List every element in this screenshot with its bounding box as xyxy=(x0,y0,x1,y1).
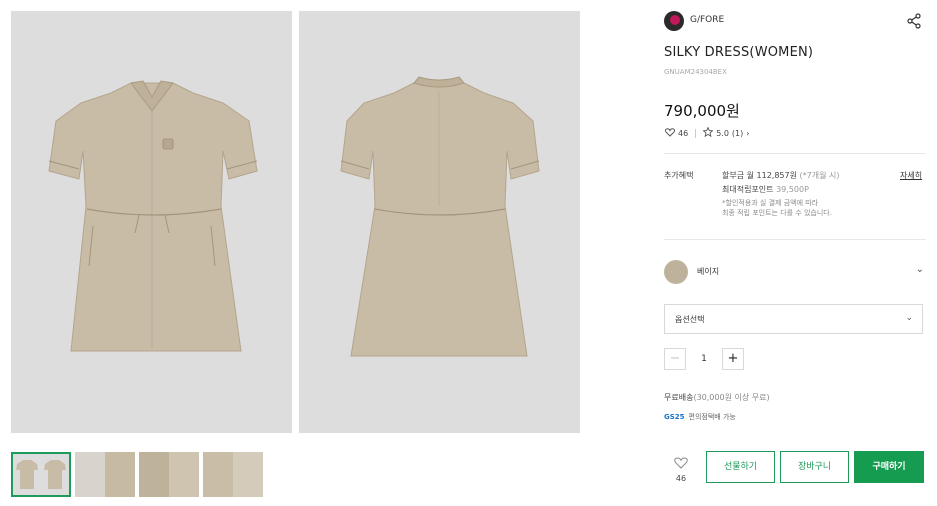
shipping-condition: (30,000원 이상 무료) xyxy=(693,393,770,402)
installment-text: 할부금 월 112,857원 xyxy=(722,171,797,180)
benefit-detail-link[interactable]: 자세히 xyxy=(900,170,922,181)
rating-value: 5.0 xyxy=(716,128,729,138)
thumbnail-4[interactable] xyxy=(203,452,263,497)
divider xyxy=(664,239,926,240)
brand-row: G/FORE xyxy=(664,10,926,32)
like-count: 46 xyxy=(678,128,689,138)
brand-avatar[interactable] xyxy=(664,11,684,31)
gs25-text: 편의점택배 가능 xyxy=(688,413,736,421)
gift-button[interactable]: 선물하기 xyxy=(706,451,775,483)
heart-icon[interactable] xyxy=(664,127,676,139)
quantity-value[interactable]: 1 xyxy=(686,354,722,364)
product-stats: 46 5.0 (1) › xyxy=(664,126,749,139)
quantity-decrease-button[interactable]: − xyxy=(664,348,686,370)
points-note-line-2: 최종 적립 포인트는 다를 수 있습니다. xyxy=(722,209,832,217)
thumbnail-3[interactable] xyxy=(139,452,199,497)
quantity-stepper: − 1 + xyxy=(664,348,744,370)
star-icon xyxy=(702,126,714,139)
points-value: 39,500P xyxy=(776,185,809,194)
shipping-info: 무료배송(30,000원 이상 무료) xyxy=(664,392,770,403)
brand-name[interactable]: G/FORE xyxy=(690,15,724,25)
gs25-logo: GS25 xyxy=(664,413,685,421)
thumbnail-strip xyxy=(11,452,263,497)
quantity-increase-button[interactable]: + xyxy=(722,348,744,370)
points-info: 최대적립포인트 39,500P xyxy=(722,184,809,195)
chevron-down-icon[interactable]: ⌄ xyxy=(916,264,924,275)
points-note-line-1: *할인적용과 실 결제 금액에 따라 xyxy=(722,199,819,207)
wishlist-count: 46 xyxy=(675,474,687,483)
installment-note: (*7개월 시) xyxy=(799,171,840,180)
gs25-delivery: GS25 편의점택배 가능 xyxy=(664,410,736,424)
option-select[interactable]: 옵션선택 ⌄ xyxy=(664,304,923,334)
points-label: 최대적립포인트 xyxy=(722,185,774,194)
wishlist-button[interactable]: 46 xyxy=(668,454,694,483)
share-icon[interactable] xyxy=(906,13,922,29)
chevron-right-icon[interactable]: › xyxy=(746,129,749,138)
color-name: 베이지 xyxy=(697,267,720,276)
review-count[interactable]: (1) xyxy=(732,129,743,138)
installment-info: 할부금 월 112,857원 (*7개월 시) xyxy=(722,170,839,181)
product-price: 790,000원 xyxy=(664,102,740,120)
shipping-text: 무료배송 xyxy=(664,393,694,402)
thumbnail-2[interactable] xyxy=(75,452,135,497)
divider xyxy=(664,153,926,154)
product-photo-front[interactable] xyxy=(11,11,292,433)
benefit-label: 추가혜택 xyxy=(664,171,694,180)
add-to-cart-button[interactable]: 장바구니 xyxy=(780,451,849,483)
option-select-label: 옵션선택 xyxy=(675,315,705,324)
chevron-down-icon: ⌄ xyxy=(905,313,913,323)
points-note: *할인적용과 실 결제 금액에 따라 최종 적립 포인트는 다를 수 있습니다. xyxy=(722,198,882,218)
color-swatch xyxy=(664,260,688,284)
color-selector[interactable]: 베이지 ⌄ xyxy=(664,258,926,284)
product-code: GNUAM24304BEX xyxy=(664,68,727,76)
buy-now-button[interactable]: 구매하기 xyxy=(854,451,924,483)
product-title: SILKY DRESS(WOMEN) xyxy=(664,45,814,60)
product-photo-back[interactable] xyxy=(299,11,580,433)
heart-icon xyxy=(674,454,688,473)
thumbnail-1[interactable] xyxy=(11,452,71,497)
